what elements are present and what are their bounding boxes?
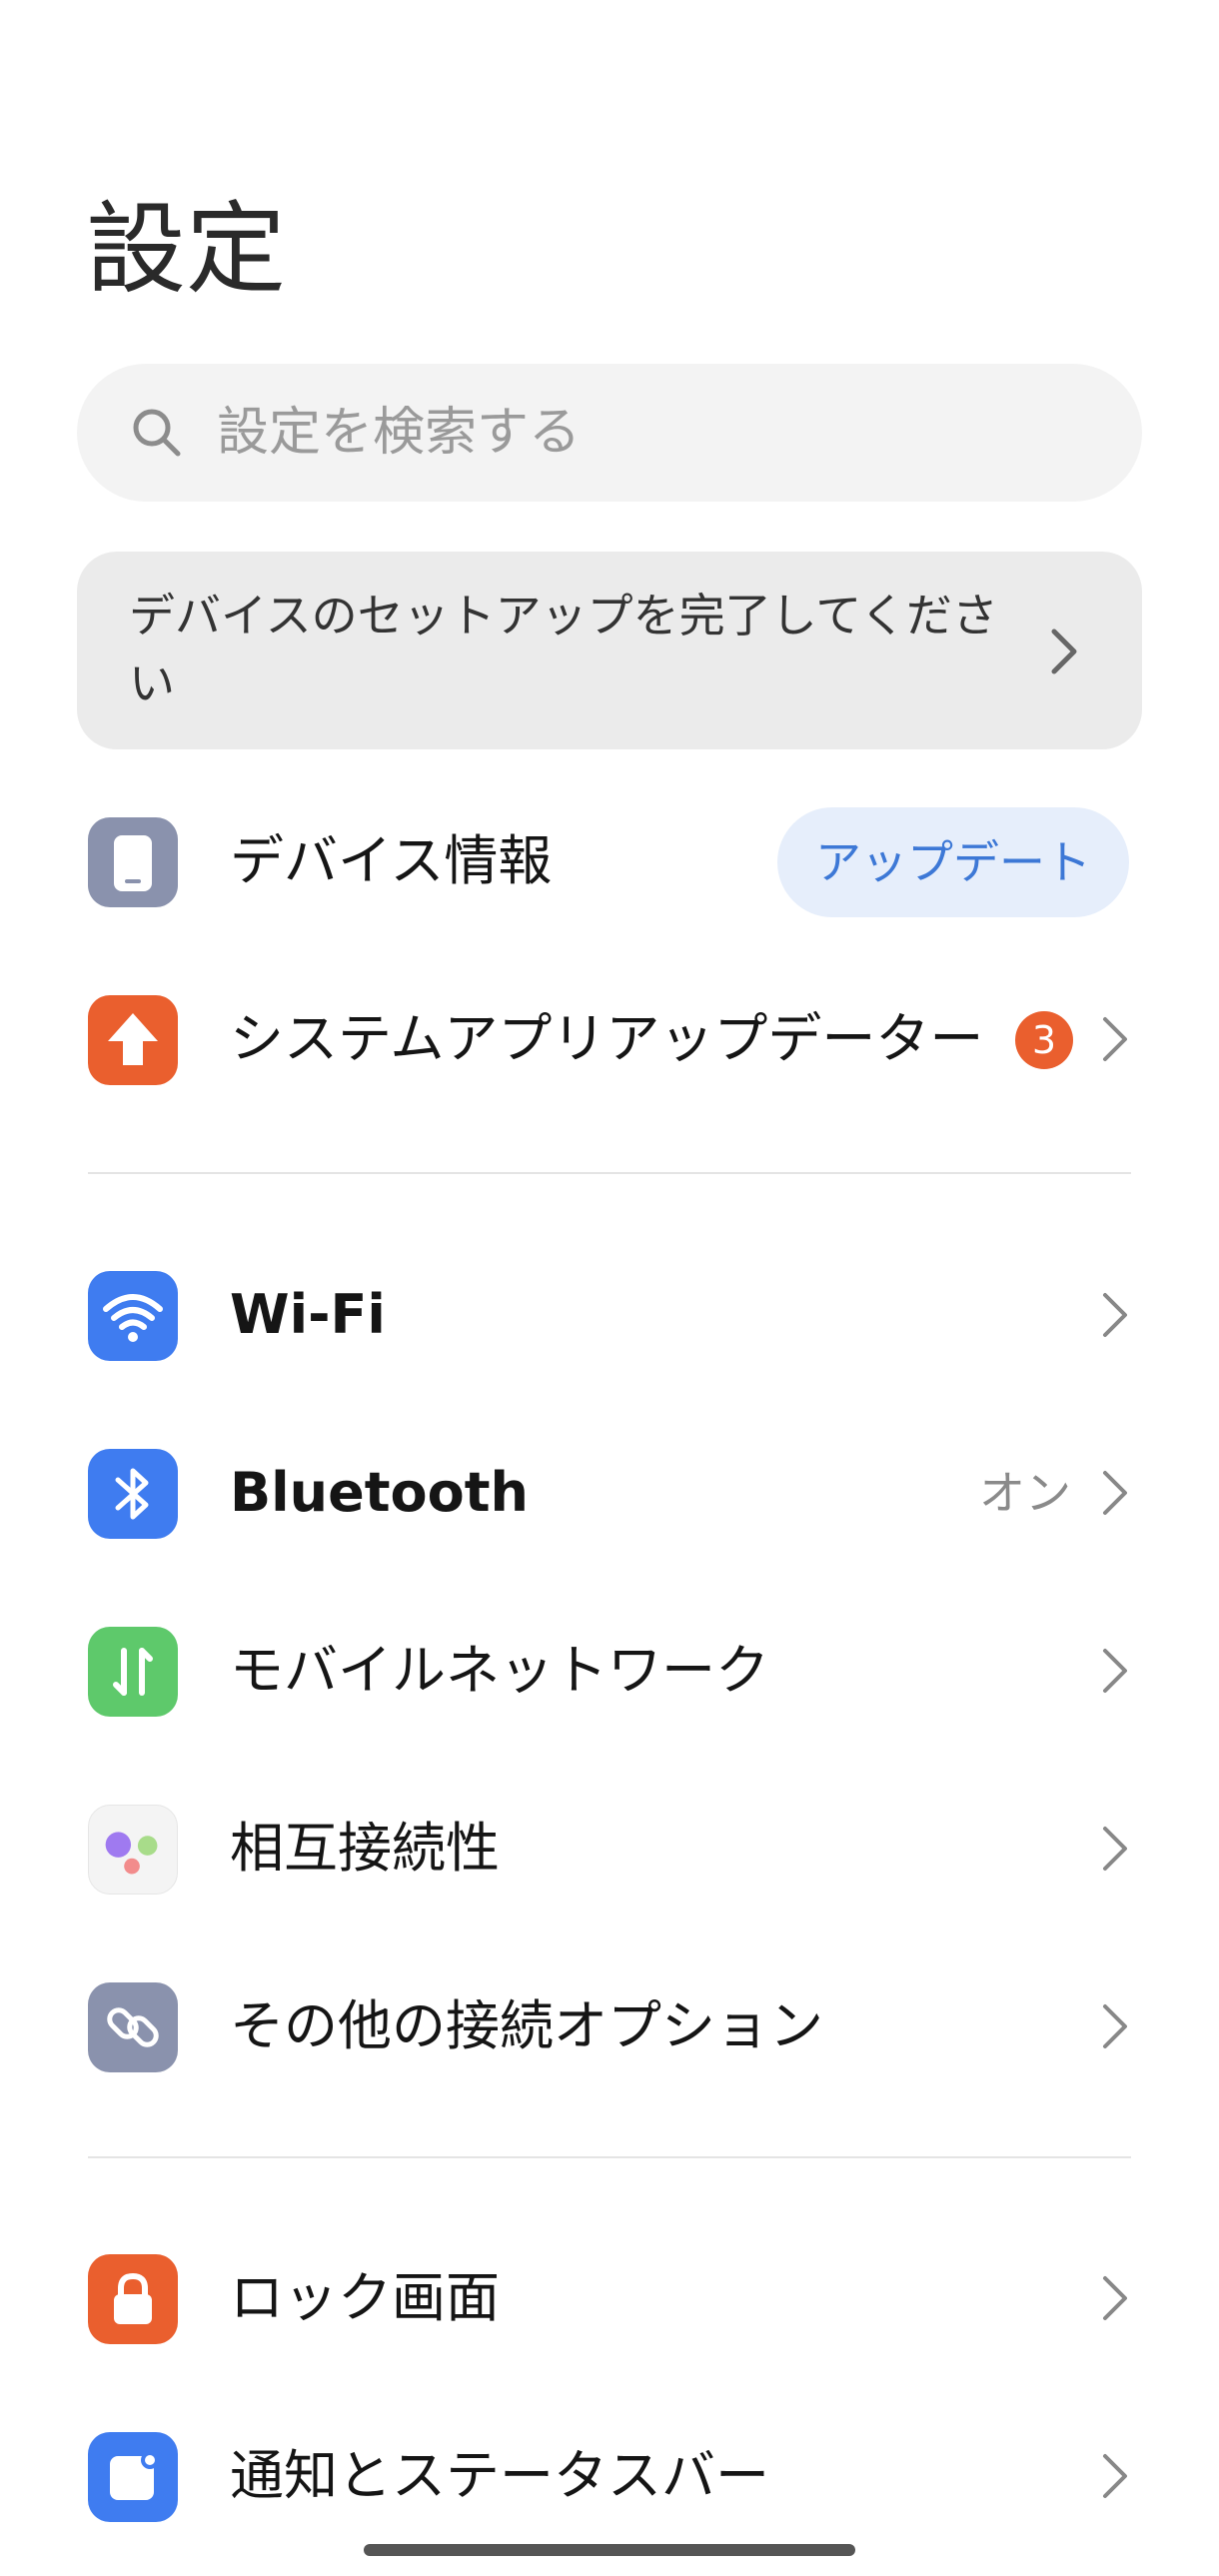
notification-badge: 3: [1015, 1011, 1073, 1069]
system-updater-label: システムアプリアップデーター: [230, 1007, 984, 1070]
setup-banner-text: デバイスのセットアップを完了してください: [129, 589, 998, 710]
lock-icon: [88, 2254, 178, 2344]
bluetooth-icon: [88, 1449, 178, 1539]
chevron-right-icon: [1097, 1641, 1133, 1701]
search-input[interactable]: 設定を検索する: [217, 364, 581, 502]
section-divider: [88, 2156, 1131, 2158]
more-connections-label: その他の接続オプション: [230, 1994, 823, 2057]
link-icon: [88, 1982, 178, 2072]
device-info-label: デバイス情報: [230, 829, 553, 892]
settings-item-interconnectivity[interactable]: 相互接続性: [0, 1761, 1219, 1936]
search-icon: [130, 406, 184, 460]
chevron-right-icon: [1097, 2268, 1133, 2328]
settings-item-wifi[interactable]: Wi-Fi: [0, 1227, 1219, 1403]
chevron-right-icon: [1097, 1009, 1133, 1069]
notification-icon: [88, 2432, 178, 2522]
interconnectivity-label: 相互接続性: [230, 1817, 500, 1880]
settings-item-system-updater[interactable]: システムアプリアップデーター 3: [0, 951, 1219, 1127]
search-bar[interactable]: 設定を検索する: [77, 364, 1142, 502]
settings-item-mobile-network[interactable]: モバイルネットワーク: [0, 1583, 1219, 1759]
wifi-label: Wi-Fi: [230, 1283, 386, 1346]
setup-banner[interactable]: デバイスのセットアップを完了してください: [77, 552, 1142, 749]
chevron-right-icon: [1097, 2446, 1133, 2506]
settings-item-more-connections[interactable]: その他の接続オプション: [0, 1938, 1219, 2114]
interconnect-icon: [88, 1805, 178, 1895]
wifi-icon: [88, 1271, 178, 1361]
chevron-right-icon: [1097, 1819, 1133, 1879]
phone-icon: [88, 817, 178, 907]
settings-item-lock-screen[interactable]: ロック画面: [0, 2210, 1219, 2386]
chevron-right-icon: [1046, 622, 1082, 681]
bluetooth-status: オン: [979, 1466, 1071, 1520]
lock-screen-label: ロック画面: [230, 2266, 500, 2329]
page-title: 設定: [86, 191, 286, 308]
notifications-label: 通知とステータスバー: [230, 2444, 769, 2507]
settings-item-notifications[interactable]: 通知とステータスバー: [0, 2388, 1219, 2564]
section-divider: [88, 1172, 1131, 1174]
home-indicator[interactable]: [364, 2544, 855, 2556]
chevron-right-icon: [1097, 1285, 1133, 1345]
settings-item-bluetooth[interactable]: Bluetooth オン: [0, 1405, 1219, 1581]
chevron-right-icon: [1097, 1463, 1133, 1523]
mobile-data-icon: [88, 1627, 178, 1717]
update-button[interactable]: アップデート: [777, 807, 1129, 917]
chevron-right-icon: [1097, 1996, 1133, 2056]
settings-item-device-info[interactable]: デバイス情報 アップデート: [0, 773, 1219, 949]
bluetooth-label: Bluetooth: [230, 1461, 530, 1524]
arrow-up-icon: [88, 995, 178, 1085]
mobile-network-label: モバイルネットワーク: [230, 1639, 769, 1702]
